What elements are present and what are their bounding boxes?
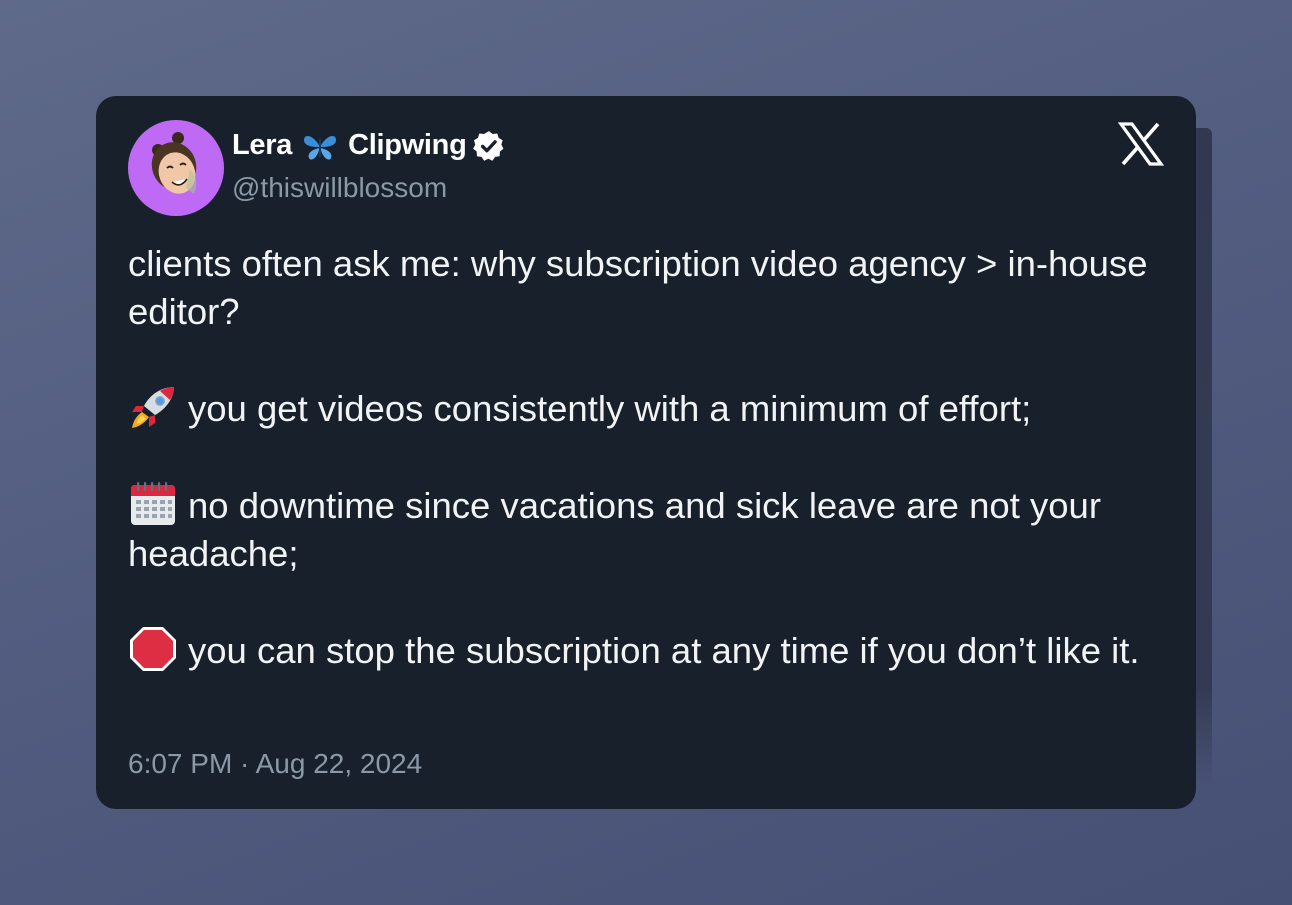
rocket-icon <box>132 387 174 428</box>
verified-badge-icon <box>473 131 504 161</box>
stop-sign-icon <box>130 627 176 671</box>
author-name[interactable]: Lera Clipwing <box>232 129 467 162</box>
tweet-card: Lera Clipwing @thiswillblossom clients o… <box>96 96 1196 809</box>
tweet-paragraph-calendar: no downtime since vacations and sick lea… <box>128 481 1168 578</box>
calendar-icon <box>131 482 175 525</box>
tweet-paragraph-stop: you can stop the subscription at any tim… <box>128 626 1168 675</box>
author-name-first: Lera <box>232 129 293 162</box>
author-handle[interactable]: @thiswillblossom <box>232 172 447 204</box>
avatar[interactable] <box>128 120 224 216</box>
tweet-text: clients often ask me: why subscription v… <box>128 240 1168 675</box>
paragraph-text: clients often ask me: why subscription v… <box>128 243 1148 332</box>
author-name-last: Clipwing <box>348 129 467 162</box>
tweet-paragraph-intro: clients often ask me: why subscription v… <box>128 240 1168 336</box>
paragraph-text: you get videos consistently with a minim… <box>188 388 1032 429</box>
author-name-row[interactable]: Lera Clipwing <box>232 126 506 166</box>
tweet-paragraph-rocket: you get videos consistently with a minim… <box>128 384 1168 433</box>
tweet-timestamp[interactable]: 6:07 PM · Aug 22, 2024 <box>128 748 422 780</box>
x-logo-icon[interactable] <box>1118 122 1164 166</box>
paragraph-text: no downtime since vacations and sick lea… <box>128 485 1101 574</box>
butterfly-icon <box>304 135 337 160</box>
paragraph-text: you can stop the subscription at any tim… <box>188 630 1140 671</box>
